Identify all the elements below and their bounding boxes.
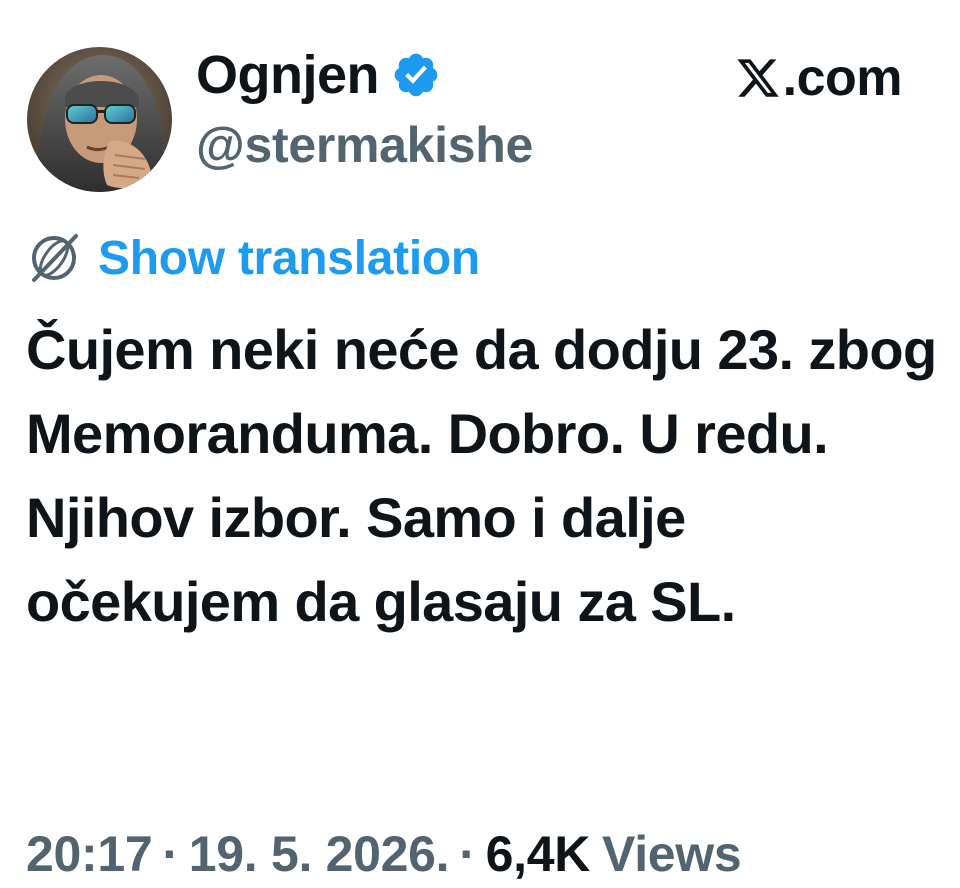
tweet-meta: 20:17 · 19. 5. 2026. · 6,4K Views (26, 822, 742, 886)
views-count: 6,4K (485, 826, 591, 882)
tweet-body-text: Čujem neki neće da dodju 23. zbog Memora… (26, 318, 937, 633)
author-display-name[interactable]: Ognjen (196, 44, 380, 106)
globe-icon (26, 230, 82, 286)
x-logo-icon (735, 55, 781, 101)
tweet-time[interactable]: 20:17 (26, 825, 153, 883)
views-label[interactable]: Views (602, 825, 742, 883)
meta-separator: · (162, 826, 179, 882)
avatar[interactable] (27, 47, 172, 192)
brand-text: .com (782, 49, 903, 107)
show-translation-button[interactable]: Show translation (26, 226, 480, 290)
brand-mark[interactable]: .com (735, 46, 903, 110)
tweet-card: Ognjen @stermakishe .com Show translatio… (0, 0, 960, 888)
tweet-date[interactable]: 19. 5. 2026. (189, 825, 450, 883)
author-handle[interactable]: @stermakishe (196, 116, 533, 174)
verified-badge-icon[interactable] (391, 50, 441, 100)
author-name-row: Ognjen (196, 42, 441, 108)
meta-separator-2: · (459, 826, 476, 882)
show-translation-link[interactable]: Show translation (98, 231, 480, 286)
